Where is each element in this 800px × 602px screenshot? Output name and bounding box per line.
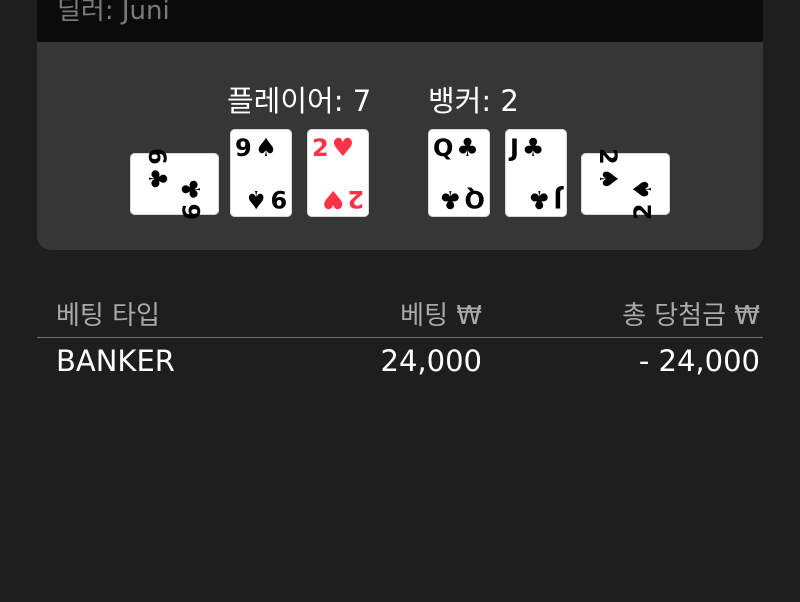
banker-card-2: J ♣ J ♣	[505, 129, 567, 217]
banker-card-2-rank: J	[510, 134, 519, 162]
row-bet-amount: 24,000	[380, 344, 482, 378]
banker-card-3: 2 ♠ 2 ♠	[581, 148, 670, 220]
top-bar: 딜러: Juni	[37, 0, 763, 42]
heart-icon: ♥	[321, 185, 345, 214]
club-icon: ♣	[527, 185, 551, 214]
header-bet-type: 베팅 타입	[56, 301, 160, 331]
result-panel: 플레이어: 7 뱅커: 2 6 ♣ 6 ♣ 9 ♠ 9 ♠ 2 ♥ 2 ♥ Q ♣ Q ♣ J ♣…	[37, 42, 763, 250]
banker-card-1: Q ♣ Q ♣	[428, 129, 490, 217]
player-card-2-rank-bottom: 9	[270, 185, 287, 213]
banker-card-3-rank: 2	[594, 147, 623, 165]
bet-table-header: 베팅 타입 베팅 ₩ 총 당첨금 ₩	[37, 288, 763, 338]
header-total-payout: 총 당첨금 ₩	[622, 301, 760, 331]
spade-icon: ♠	[594, 167, 624, 191]
banker-score: 뱅커: 2	[428, 84, 519, 118]
player-card-1-rank-bottom: 6	[177, 203, 206, 221]
dealer-label: 딜러: Juni	[57, 0, 170, 26]
row-total-payout: - 24,000	[638, 344, 760, 378]
player-score: 플레이어: 7	[227, 84, 372, 118]
player-card-3-rank-bottom: 2	[347, 185, 364, 213]
header-bet-amount: 베팅 ₩	[400, 301, 482, 331]
banker-card-1-rank-bottom: Q	[464, 185, 485, 213]
banker-card-3-rank-bottom: 2	[628, 203, 657, 221]
player-card-1: 6 ♣ 6 ♣	[130, 148, 219, 220]
row-bet-type: BANKER	[56, 344, 175, 378]
club-icon: ♣	[456, 133, 479, 162]
club-icon: ♣	[521, 133, 545, 162]
spade-icon: ♠	[254, 133, 278, 162]
spade-icon: ♠	[244, 185, 268, 214]
heart-icon: ♥	[331, 133, 355, 162]
bet-table: 베팅 타입 베팅 ₩ 총 당첨금 ₩ BANKER 24,000 - 24,00…	[37, 288, 763, 390]
player-card-2-rank: 9	[235, 134, 252, 162]
table-row: BANKER 24,000 - 24,000	[37, 338, 763, 390]
player-card-3-rank: 2	[312, 134, 329, 162]
club-icon: ♣	[143, 167, 173, 191]
banker-card-2-rank-bottom: J	[553, 185, 562, 213]
player-card-1-rank: 6	[143, 147, 172, 165]
club-icon: ♣	[176, 177, 206, 201]
spade-icon: ♠	[627, 177, 657, 201]
club-icon: ♣	[439, 185, 462, 214]
player-card-3: 2 ♥ 2 ♥	[307, 129, 369, 217]
banker-card-1-rank: Q	[433, 134, 454, 162]
player-card-2: 9 ♠ 9 ♠	[230, 129, 292, 217]
